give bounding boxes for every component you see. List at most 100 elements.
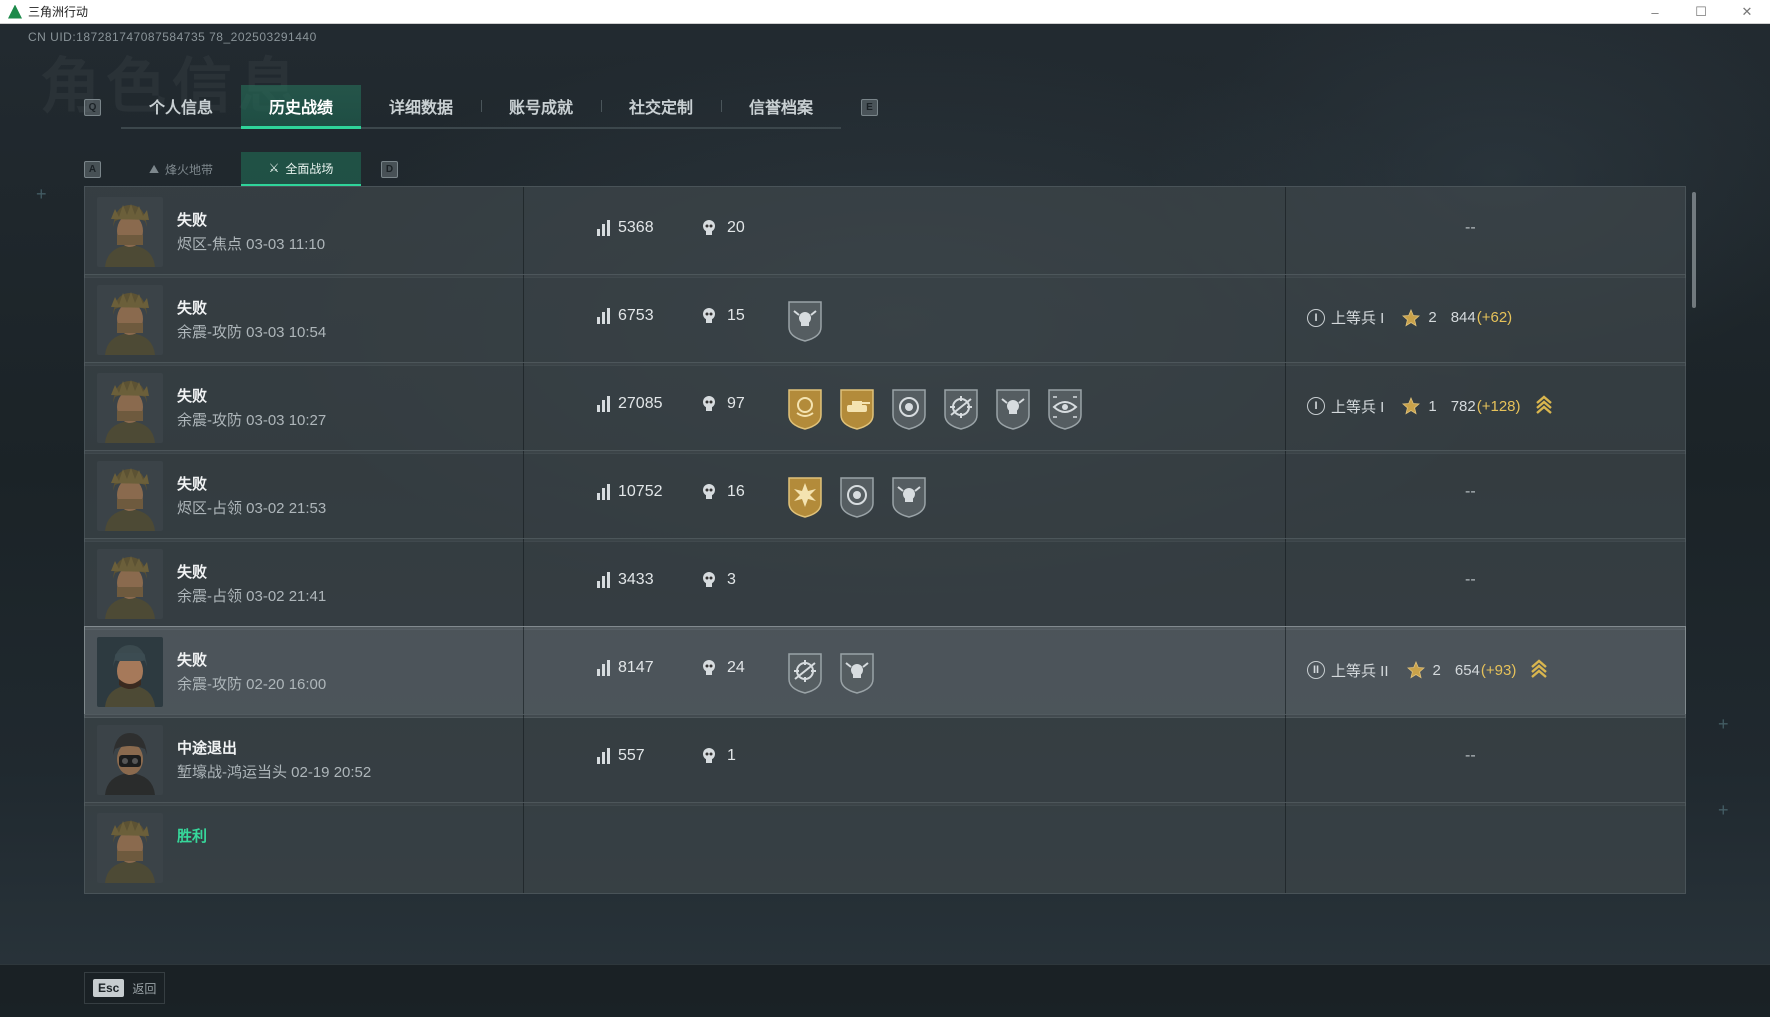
medal-badge[interactable] — [785, 299, 825, 343]
footer-bar — [0, 964, 1770, 1017]
score-bars-icon — [597, 660, 610, 676]
match-row[interactable]: 失败 烬区-焦点 03-03 11:10 5368 20 -- — [84, 186, 1686, 278]
decor-plus: + — [1718, 800, 1729, 820]
medal-skull-silver-icon — [788, 301, 822, 342]
match-row[interactable]: 失败 余震-占领 03-02 21:41 3433 3 -- — [84, 538, 1686, 630]
app-logo-icon — [8, 4, 22, 19]
medal-burst-gold-icon — [788, 477, 822, 518]
match-history-list[interactable]: 失败 烬区-焦点 03-03 11:10 5368 20 -- 失败 余震-攻防 03-0… — [84, 186, 1689, 916]
player-avatar — [97, 725, 163, 795]
rank-star-icon — [1402, 308, 1421, 326]
match-kills: 16 — [701, 483, 745, 501]
kills-skull-icon — [703, 220, 715, 235]
tab-match-history[interactable]: 历史战绩 — [241, 85, 361, 129]
score-bars-icon — [597, 396, 610, 412]
score-bars-icon — [597, 308, 610, 324]
match-row[interactable]: 失败 余震-攻防 02-20 16:00 8147 24 II 上等兵 II 2 654 (+9… — [84, 626, 1686, 718]
close-button[interactable]: ✕ — [1724, 0, 1770, 24]
window-title: 三角洲行动 — [28, 5, 89, 19]
subtab-hazard-zone[interactable]: ⛰ 烽火地带 — [121, 152, 241, 186]
player-avatar — [97, 461, 163, 531]
match-kills: 15 — [701, 307, 745, 325]
medal-badge[interactable] — [993, 387, 1033, 431]
tab-personal-info[interactable]: 个人信息 — [121, 84, 241, 128]
medal-badge[interactable] — [785, 651, 825, 695]
score-value: 10752 — [618, 483, 663, 500]
next-tab-key[interactable]: E — [861, 98, 878, 116]
player-avatar-image — [97, 197, 163, 267]
tab-account-achievements[interactable]: 账号成就 — [481, 84, 601, 128]
match-score: 6753 — [597, 307, 654, 325]
row-divider — [1285, 363, 1286, 453]
esc-key: Esc — [93, 979, 125, 997]
score-bars-icon — [597, 220, 610, 236]
medal-skull-silver-icon — [996, 389, 1030, 430]
player-avatar-image — [97, 637, 163, 707]
kills-value: 97 — [727, 395, 745, 412]
medal-skull-silver-icon — [892, 477, 926, 518]
rank-empty: -- — [1465, 747, 1476, 764]
match-kills: 3 — [701, 571, 736, 589]
medal-badge[interactable] — [785, 475, 825, 519]
list-scrollbar[interactable] — [1692, 192, 1696, 308]
match-result: 中途退出 — [177, 740, 238, 757]
medal-target-silver-icon — [892, 389, 926, 430]
rank-points: 782 — [1450, 397, 1476, 415]
tab-strip: 个人信息 历史战绩 详细数据 账号成就 社交定制 信誉档案 — [121, 85, 841, 129]
rank-progress: II 上等兵 II 2 654 (+93) — [1307, 659, 1548, 681]
player-avatar — [97, 813, 163, 883]
row-divider — [1285, 187, 1286, 277]
rank-name: 上等兵 II — [1331, 662, 1389, 680]
medal-badge[interactable] — [785, 387, 825, 431]
rank-points: 844 — [1450, 309, 1476, 326]
medal-badge[interactable] — [889, 475, 929, 519]
match-mode-time: 余震-攻防 03-03 10:54 — [177, 324, 327, 341]
player-uid: CN UID:187281747087584735 78_20250329144… — [28, 30, 317, 44]
maximize-button[interactable]: ☐ — [1678, 0, 1724, 24]
match-row[interactable]: 失败 余震-攻防 03-03 10:27 27085 97 I 上等兵 I 1 782 (+12… — [84, 362, 1686, 454]
match-mode-time: 余震-攻防 02-20 16:00 — [177, 676, 327, 693]
match-score: 3433 — [597, 571, 654, 589]
match-row[interactable]: 失败 余震-攻防 03-03 10:54 6753 15 I 上等兵 I 2 844 (+62) — [84, 274, 1686, 366]
score-bars-icon — [597, 484, 610, 500]
row-divider — [523, 715, 524, 805]
minimize-button[interactable]: – — [1632, 0, 1678, 24]
row-divider — [1285, 539, 1286, 629]
next-subtab-key[interactable]: D — [381, 160, 398, 178]
kills-value: 15 — [727, 307, 745, 324]
match-row[interactable]: 胜利 — [84, 802, 1686, 894]
row-divider — [523, 539, 524, 629]
rank-star-level: 1 — [1428, 397, 1437, 415]
row-divider — [1285, 451, 1286, 541]
back-label: 返回 — [132, 981, 157, 996]
tab-detailed-data[interactable]: 详细数据 — [361, 84, 481, 128]
prev-subtab-key[interactable]: A — [84, 160, 101, 178]
tab-reputation-profile[interactable]: 信誉档案 — [721, 84, 841, 128]
medal-badge[interactable] — [1045, 387, 1085, 431]
player-avatar-image — [97, 461, 163, 531]
rank-points-delta: (+62) — [1476, 309, 1513, 326]
match-kills: 24 — [701, 659, 745, 677]
row-divider — [523, 363, 524, 453]
window-titlebar: 三角洲行动 – ☐ ✕ — [0, 0, 1770, 24]
medal-badge[interactable] — [837, 651, 877, 695]
match-score: 557 — [597, 747, 645, 765]
match-row[interactable]: 中途退出 堑壕战-鸿运当头 02-19 20:52 557 1 -- — [84, 714, 1686, 806]
medal-badge[interactable] — [837, 387, 877, 431]
medal-badge[interactable] — [889, 387, 929, 431]
medal-badge[interactable] — [941, 387, 981, 431]
medal-badge[interactable] — [837, 475, 877, 519]
match-score: 27085 — [597, 395, 663, 413]
subtab-full-battlefield[interactable]: ⚔ 全面战场 — [241, 152, 361, 186]
tab-social-customize[interactable]: 社交定制 — [601, 84, 721, 128]
row-divider — [523, 803, 524, 893]
match-mode-time: 堑壕战-鸿运当头 02-19 20:52 — [177, 764, 372, 781]
kills-skull-icon — [703, 308, 715, 323]
window-controls: – ☐ ✕ — [1632, 0, 1770, 24]
back-button[interactable]: Esc 返回 — [84, 972, 166, 1004]
medal-list — [785, 651, 877, 695]
match-mode-time: 余震-攻防 03-03 10:27 — [177, 412, 327, 429]
score-value: 8147 — [618, 659, 654, 676]
match-row[interactable]: 失败 烬区-占领 03-02 21:53 10752 16 -- — [84, 450, 1686, 542]
prev-tab-key[interactable]: Q — [84, 98, 101, 116]
